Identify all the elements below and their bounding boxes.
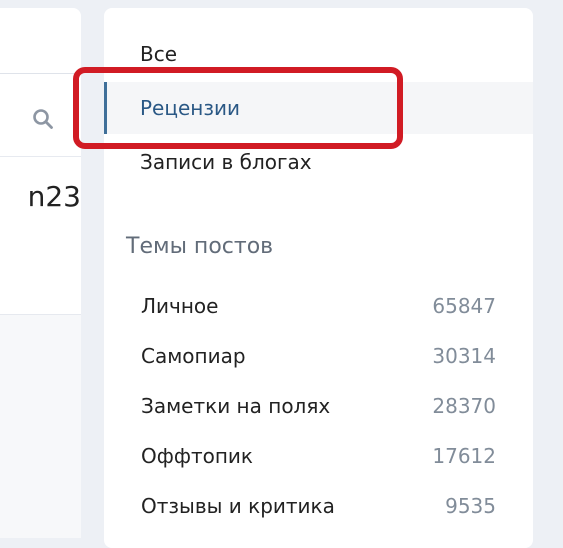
topic-label: Личное xyxy=(141,294,219,318)
nav-item-label: Все xyxy=(140,42,178,66)
nav-item-all[interactable]: Все xyxy=(104,28,533,80)
topic-label: Оффтопик xyxy=(141,444,253,468)
topic-count: 28370 xyxy=(432,394,496,418)
topic-item-reviews-criticism[interactable]: Отзывы и критика 9535 xyxy=(104,483,533,529)
topic-count: 65847 xyxy=(432,294,496,318)
topic-label: Самопиар xyxy=(141,344,246,368)
left-partial-text: n23 xyxy=(27,180,81,213)
topic-item-personal[interactable]: Личное 65847 xyxy=(104,283,533,329)
divider xyxy=(0,73,81,74)
nav-item-blog-posts[interactable]: Записи в блогах xyxy=(104,136,533,188)
topic-item-offtopic[interactable]: Оффтопик 17612 xyxy=(104,433,533,479)
section-title-post-topics: Темы постов xyxy=(126,234,274,259)
topic-item-self-promotion[interactable]: Самопиар 30314 xyxy=(104,333,533,379)
search-icon[interactable] xyxy=(31,107,55,131)
topic-count: 9535 xyxy=(445,494,496,518)
left-panel: n23 xyxy=(0,8,81,538)
nav-item-label: Рецензии xyxy=(140,96,240,120)
topic-label: Заметки на полях xyxy=(141,394,331,418)
nav-item-label: Записи в блогах xyxy=(140,150,312,174)
nav-item-reviews[interactable]: Рецензии xyxy=(104,82,533,134)
divider xyxy=(0,156,81,157)
topic-item-margin-notes[interactable]: Заметки на полях 28370 xyxy=(104,383,533,429)
filter-sidebar: Все Рецензии Записи в блогах Темы постов… xyxy=(104,8,533,548)
left-content-area xyxy=(0,314,81,538)
topic-label: Отзывы и критика xyxy=(141,494,335,518)
topic-count: 30314 xyxy=(432,344,496,368)
topic-count: 17612 xyxy=(432,444,496,468)
